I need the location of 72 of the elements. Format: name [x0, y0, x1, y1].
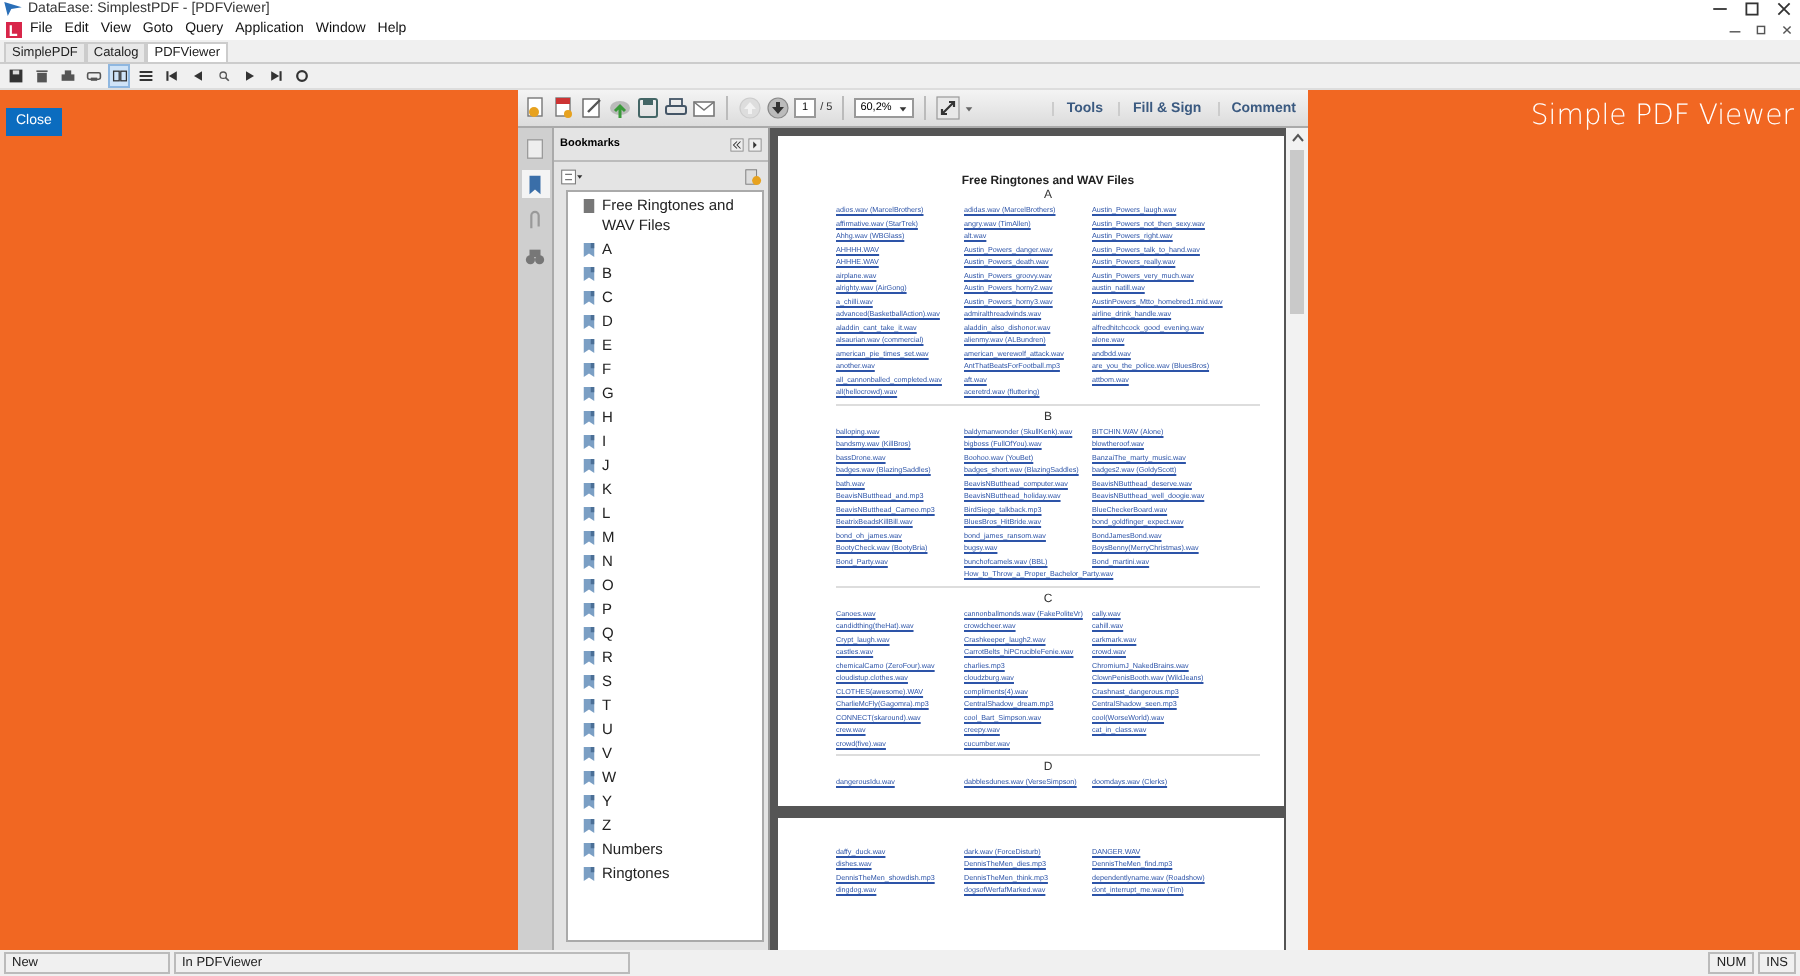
bookmark-panel-button[interactable] — [521, 170, 549, 198]
bookmark-icon — [582, 794, 596, 810]
bookmark-icon — [582, 866, 596, 882]
print-icon[interactable] — [664, 96, 688, 120]
bookmark-icon — [582, 578, 596, 594]
scroll-up-icon[interactable] — [1289, 130, 1305, 146]
trash-icon — [33, 68, 49, 84]
caret-icon — [897, 103, 908, 113]
page-icon — [524, 137, 546, 159]
expand-icon[interactable] — [748, 137, 762, 151]
bookmark-icon — [582, 554, 596, 570]
upload-icon[interactable] — [608, 96, 632, 120]
options-icon[interactable] — [560, 167, 584, 185]
bookmark-icon — [582, 290, 596, 306]
collapse-icon[interactable] — [730, 137, 744, 151]
bookmark-icon — [582, 362, 596, 378]
page-icon — [582, 198, 596, 214]
bookmark-icon — [582, 506, 596, 522]
prev-icon — [189, 68, 205, 84]
viewer-title: Simple PDF Viewer — [1530, 100, 1794, 132]
bookmark-icon — [582, 530, 596, 546]
bookmark-icon — [582, 458, 596, 474]
bookmark-icon — [582, 338, 596, 354]
bookmark-icon — [582, 746, 596, 762]
trash-button[interactable] — [30, 64, 52, 88]
save-button[interactable] — [4, 64, 26, 88]
pages-icon — [111, 68, 127, 84]
close-icon[interactable] — [1772, 0, 1796, 18]
list-icon — [137, 68, 153, 84]
restore-icon[interactable] — [1752, 21, 1770, 37]
pages-button[interactable] — [108, 64, 130, 88]
bookmark-icon — [582, 602, 596, 618]
app-icon — [6, 21, 22, 37]
refresh-icon — [293, 68, 309, 84]
bookmark-icon — [582, 386, 596, 402]
next-icon — [241, 68, 257, 84]
bookmark-icon — [582, 266, 596, 282]
bookmark-icon — [582, 482, 596, 498]
attach-icon[interactable] — [552, 96, 576, 120]
maximize-icon[interactable] — [1740, 0, 1764, 18]
bookmark-icon — [582, 722, 596, 738]
last-icon — [267, 68, 283, 84]
refresh-button[interactable] — [290, 64, 312, 88]
bookmark-icon — [582, 770, 596, 786]
clip-icon — [524, 209, 546, 231]
bookmark-icon — [582, 434, 596, 450]
bookmark-icon — [582, 626, 596, 642]
bookmark-icon — [582, 842, 596, 858]
save-icon[interactable] — [636, 96, 660, 120]
scrollbar[interactable] — [1286, 128, 1308, 950]
edit-icon[interactable] — [580, 96, 604, 120]
bookmark-icon — [582, 314, 596, 330]
caret-icon[interactable] — [963, 103, 974, 113]
bookmark-icon — [524, 173, 546, 195]
convert-icon[interactable] — [524, 96, 548, 120]
search-icon — [215, 68, 231, 84]
mail-icon[interactable] — [692, 96, 716, 120]
bookmark-icon — [582, 650, 596, 666]
binoculars-icon — [524, 245, 546, 267]
fit-page-icon[interactable] — [935, 96, 960, 120]
app-logo-icon — [4, 2, 22, 16]
print-icon — [59, 68, 75, 84]
bookmark-icon — [582, 242, 596, 258]
close-icon[interactable] — [1778, 21, 1796, 37]
bookmark-icon — [582, 818, 596, 834]
bookmark-icon — [582, 674, 596, 690]
bookmark-icon — [582, 410, 596, 426]
first-icon — [163, 68, 179, 84]
scroll-thumb[interactable] — [1290, 150, 1304, 314]
bookmark-icon — [582, 698, 596, 714]
printer-icon — [85, 68, 101, 84]
next-page-icon[interactable] — [766, 96, 790, 120]
